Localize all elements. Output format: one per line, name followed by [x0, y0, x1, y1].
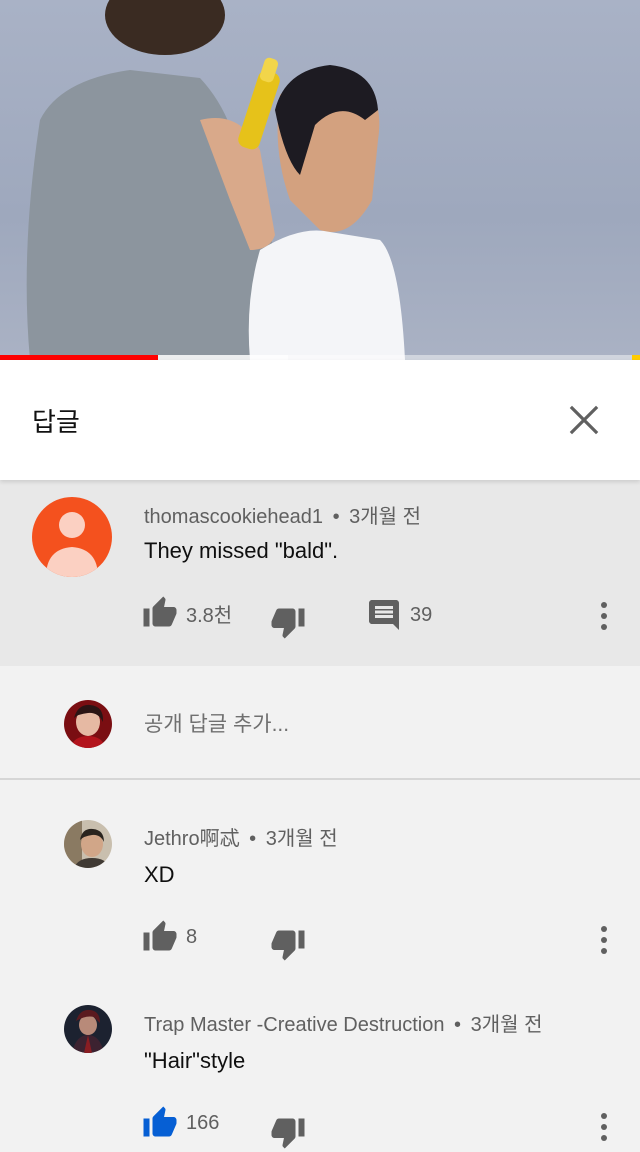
comment-icon: [369, 600, 399, 630]
meta-separator: •: [249, 828, 257, 850]
more-options-button[interactable]: [590, 1107, 618, 1147]
comment-age: 3개월 전: [265, 828, 338, 850]
comment-text: They missed "bald".: [144, 538, 339, 563]
user-avatar-image: [64, 1005, 112, 1053]
reply-count: 39: [410, 603, 433, 626]
comment-author[interactable]: Jethro啊忒: [144, 828, 240, 850]
comment-text: "Hair"style: [144, 1048, 246, 1073]
add-reply-input[interactable]: 공개 답글 추가...: [144, 708, 289, 738]
like-button[interactable]: 8: [142, 919, 197, 955]
like-count: 3.8천: [186, 604, 233, 627]
reply-comment: Trap Master -Creative Destruction • 3개월 …: [0, 970, 640, 1149]
more-options-button[interactable]: [590, 920, 618, 960]
add-reply-row[interactable]: 공개 답글 추가...: [0, 666, 640, 780]
thumbs-down-icon: [271, 608, 305, 639]
replies-header: 답글: [0, 360, 640, 480]
avatar[interactable]: [32, 497, 112, 577]
user-avatar-image: [64, 820, 112, 868]
comment-age: 3개월 전: [470, 1014, 543, 1036]
thumbs-down-icon: [271, 930, 305, 961]
comment-text: XD: [144, 862, 175, 887]
close-button[interactable]: [556, 392, 612, 448]
avatar: [64, 700, 112, 748]
dislike-button[interactable]: [270, 604, 306, 640]
reply-count-button[interactable]: 39: [366, 597, 432, 633]
sheet-title: 답글: [32, 407, 80, 437]
more-options-button[interactable]: [590, 596, 618, 636]
comment-author[interactable]: thomascookiehead1: [144, 506, 323, 528]
close-icon: [569, 405, 599, 435]
more-vert-icon: [601, 926, 607, 954]
user-avatar-image: [64, 700, 112, 748]
meta-separator: •: [332, 506, 340, 528]
avatar[interactable]: [64, 820, 112, 868]
like-button[interactable]: 3.8천: [142, 595, 232, 631]
comment-meta: thomascookiehead1 • 3개월 전: [144, 500, 421, 529]
meta-separator: •: [454, 1014, 462, 1036]
comment-meta: Jethro啊忒 • 3개월 전: [144, 822, 338, 851]
more-vert-icon: [601, 602, 607, 630]
dislike-button[interactable]: [270, 926, 306, 962]
comment-author[interactable]: Trap Master -Creative Destruction: [144, 1014, 444, 1036]
video-frame: [26, 0, 405, 360]
comment-age: 3개월 전: [349, 506, 422, 528]
comment-meta: Trap Master -Creative Destruction • 3개월 …: [144, 1008, 543, 1037]
thumbs-up-icon: [143, 596, 177, 627]
dislike-button[interactable]: [270, 1114, 306, 1150]
avatar[interactable]: [64, 1005, 112, 1053]
video-player[interactable]: [0, 0, 640, 360]
thumbs-up-icon: [143, 920, 177, 951]
like-count: 8: [186, 925, 198, 948]
reply-comment: Jethro啊忒 • 3개월 전 XD 8: [0, 782, 640, 970]
more-vert-icon: [601, 1113, 607, 1141]
like-count: 166: [186, 1111, 220, 1134]
thumbs-down-icon: [271, 1118, 305, 1149]
default-avatar-icon: [46, 512, 98, 577]
parent-comment: thomascookiehead1 • 3개월 전 They missed "b…: [0, 480, 640, 666]
